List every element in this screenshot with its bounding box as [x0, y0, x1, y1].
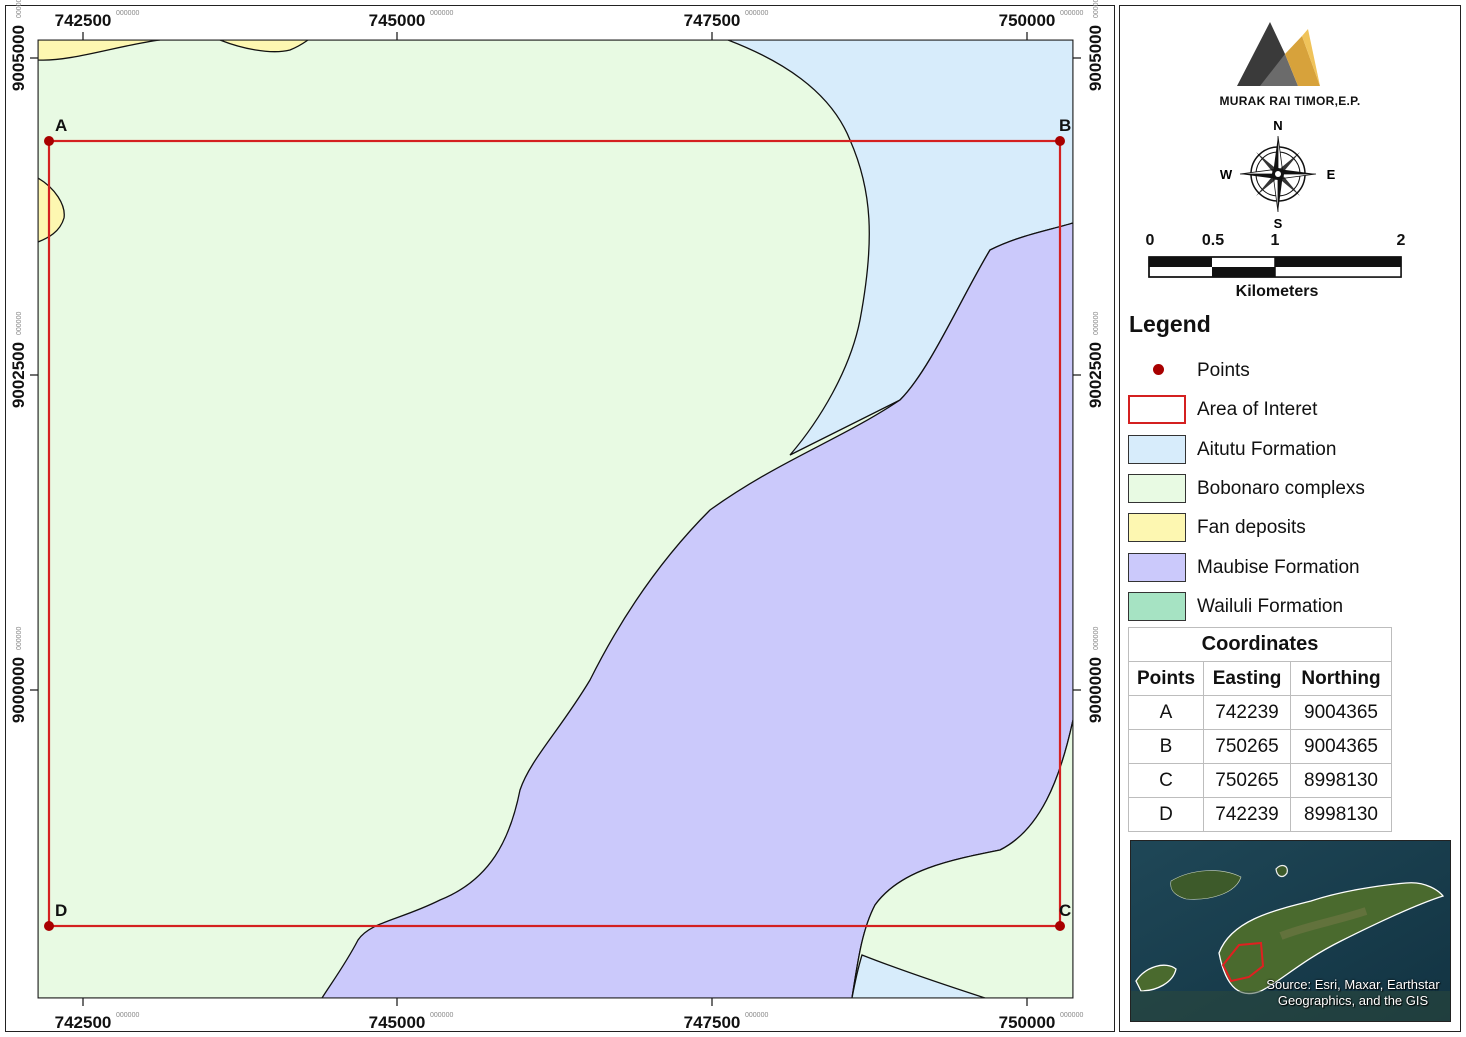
legend-color-swatch	[1128, 513, 1186, 543]
legend-label: Points	[1197, 360, 1250, 381]
x-tick-suffix: 000000	[430, 10, 453, 17]
logo-mark-icon	[1237, 22, 1320, 86]
compass-s: S	[1274, 216, 1283, 230]
legend-color-swatch	[1128, 473, 1186, 503]
x-tick-label-top: 745000	[369, 11, 426, 30]
point-label-c: C	[1059, 901, 1071, 920]
compass-w: W	[1220, 167, 1233, 182]
scale-label-0-5: 0.5	[1201, 232, 1225, 249]
legend-title: Legend	[1129, 311, 1211, 337]
cell-northing: 9004365	[1290, 729, 1392, 764]
legend-item: Wailuli Formation	[1128, 590, 1448, 624]
x-tick-label-top: 742500	[55, 11, 112, 30]
legend-outline-swatch	[1128, 395, 1186, 425]
x-tick-suffix: 000000	[1060, 1012, 1083, 1019]
legend-item: Maubise Formation	[1128, 551, 1448, 585]
legend-label: Wailuli Formation	[1197, 595, 1344, 617]
cell-easting: 742239	[1203, 695, 1291, 730]
point-marker-a[interactable]	[44, 136, 54, 146]
legend-item: Points	[1128, 354, 1448, 388]
scale-label-0: 0	[1145, 232, 1155, 249]
table-row: C 750265 8998130	[1128, 763, 1392, 798]
legend-label: Area of Interet	[1197, 399, 1318, 421]
legend-label: Maubise Formation	[1197, 556, 1360, 578]
x-tick-label-bottom: 742500	[55, 1013, 112, 1032]
table-row: B 750265 9004365	[1128, 729, 1392, 764]
point-label-a: A	[55, 116, 67, 135]
company-name: MURAK RAI TIMOR,E.P.	[1219, 94, 1361, 108]
legend-color-swatch	[1128, 552, 1186, 582]
legend-color-swatch	[1128, 591, 1186, 621]
x-tick-suffix: 000000	[1060, 10, 1083, 17]
point-marker-d[interactable]	[44, 921, 54, 931]
col-header-points: Points	[1128, 661, 1204, 696]
cell-easting: 750265	[1203, 729, 1291, 764]
x-tick-suffix: 000000	[116, 10, 139, 17]
y-tick-label-left: 9000000	[9, 657, 28, 723]
scale-label-1: 1	[1270, 232, 1280, 249]
y-tick-suffix: 000000	[1093, 0, 1100, 18]
cell-northing: 8998130	[1290, 797, 1392, 832]
cell-name: D	[1128, 797, 1204, 832]
side-panel: MURAK RAI TIMOR,E.P. N S E W 0 0.5 1 2 K…	[1119, 5, 1461, 1032]
table-row: A 742239 9004365	[1128, 695, 1392, 730]
scale-bar: 0 0.5 1 2 Kilometers	[1142, 232, 1422, 302]
legend-label: Bobonaro complexs	[1197, 477, 1365, 499]
y-tick-label-left: 9002500	[9, 342, 28, 408]
y-tick-suffix: 000000	[1093, 627, 1100, 650]
legend-item: Bobonaro complexs	[1128, 472, 1448, 506]
cell-northing: 8998130	[1290, 763, 1392, 798]
x-tick-suffix: 000000	[430, 1012, 453, 1019]
x-tick-label-bottom: 747500	[684, 1013, 741, 1032]
legend-label: Fan deposits	[1197, 517, 1306, 539]
cell-name: C	[1128, 763, 1204, 798]
cell-name: A	[1128, 695, 1204, 730]
y-tick-suffix: 000000	[16, 0, 23, 18]
compass-e: E	[1327, 167, 1336, 182]
legend-item: Fan deposits	[1128, 511, 1448, 545]
compass-n: N	[1273, 118, 1282, 133]
x-tick-suffix: 000000	[116, 1012, 139, 1019]
legend-color-swatch	[1128, 434, 1186, 464]
point-label-d: D	[55, 901, 67, 920]
cell-easting: 750265	[1203, 763, 1291, 798]
col-header-easting: Easting	[1203, 661, 1291, 696]
point-label-b: B	[1059, 116, 1071, 135]
legend-item: Area of Interet	[1128, 393, 1448, 427]
x-tick-label-bottom: 750000	[999, 1013, 1056, 1032]
legend-item: Aitutu Formation	[1128, 433, 1448, 467]
x-tick-suffix: 000000	[745, 10, 768, 17]
coordinates-table: Coordinates Points Easting Northing A 742…	[1128, 627, 1392, 832]
legend-label: Aitutu Formation	[1197, 438, 1337, 460]
x-tick-label-top: 750000	[999, 11, 1056, 30]
y-tick-label-right: 9005000	[1086, 25, 1105, 91]
scale-label-2: 2	[1396, 232, 1406, 249]
y-tick-suffix: 000000	[16, 312, 23, 335]
col-header-northing: Northing	[1290, 661, 1392, 696]
x-tick-label-bottom: 745000	[369, 1013, 426, 1032]
company-logo: MURAK RAI TIMOR,E.P.	[1190, 14, 1390, 114]
y-tick-label-right: 9002500	[1086, 342, 1105, 408]
cell-northing: 9004365	[1290, 695, 1392, 730]
y-tick-suffix: 000000	[1093, 312, 1100, 335]
coordinates-title: Coordinates	[1128, 627, 1392, 662]
inset-location-map: Source: Esri, Maxar, Earthstar Geographi…	[1130, 840, 1451, 1022]
x-tick-suffix: 000000	[745, 1012, 768, 1019]
scale-unit: Kilometers	[1235, 283, 1319, 300]
scale-bar-graphic	[1148, 256, 1402, 278]
legend-point-symbol	[1153, 364, 1164, 375]
inset-credit: Source: Esri, Maxar, Earthstar Geographi…	[1266, 977, 1440, 1008]
y-tick-suffix: 000000	[16, 627, 23, 650]
x-tick-label-top: 747500	[684, 11, 741, 30]
point-marker-c[interactable]	[1055, 921, 1065, 931]
point-marker-b[interactable]	[1055, 136, 1065, 146]
cell-easting: 742239	[1203, 797, 1291, 832]
y-tick-label-right: 9000000	[1086, 657, 1105, 723]
y-tick-label-left: 9005000	[9, 25, 28, 91]
table-row: D 742239 8998130	[1128, 797, 1392, 832]
north-arrow-icon: N S E W	[1220, 118, 1336, 230]
cell-name: B	[1128, 729, 1204, 764]
